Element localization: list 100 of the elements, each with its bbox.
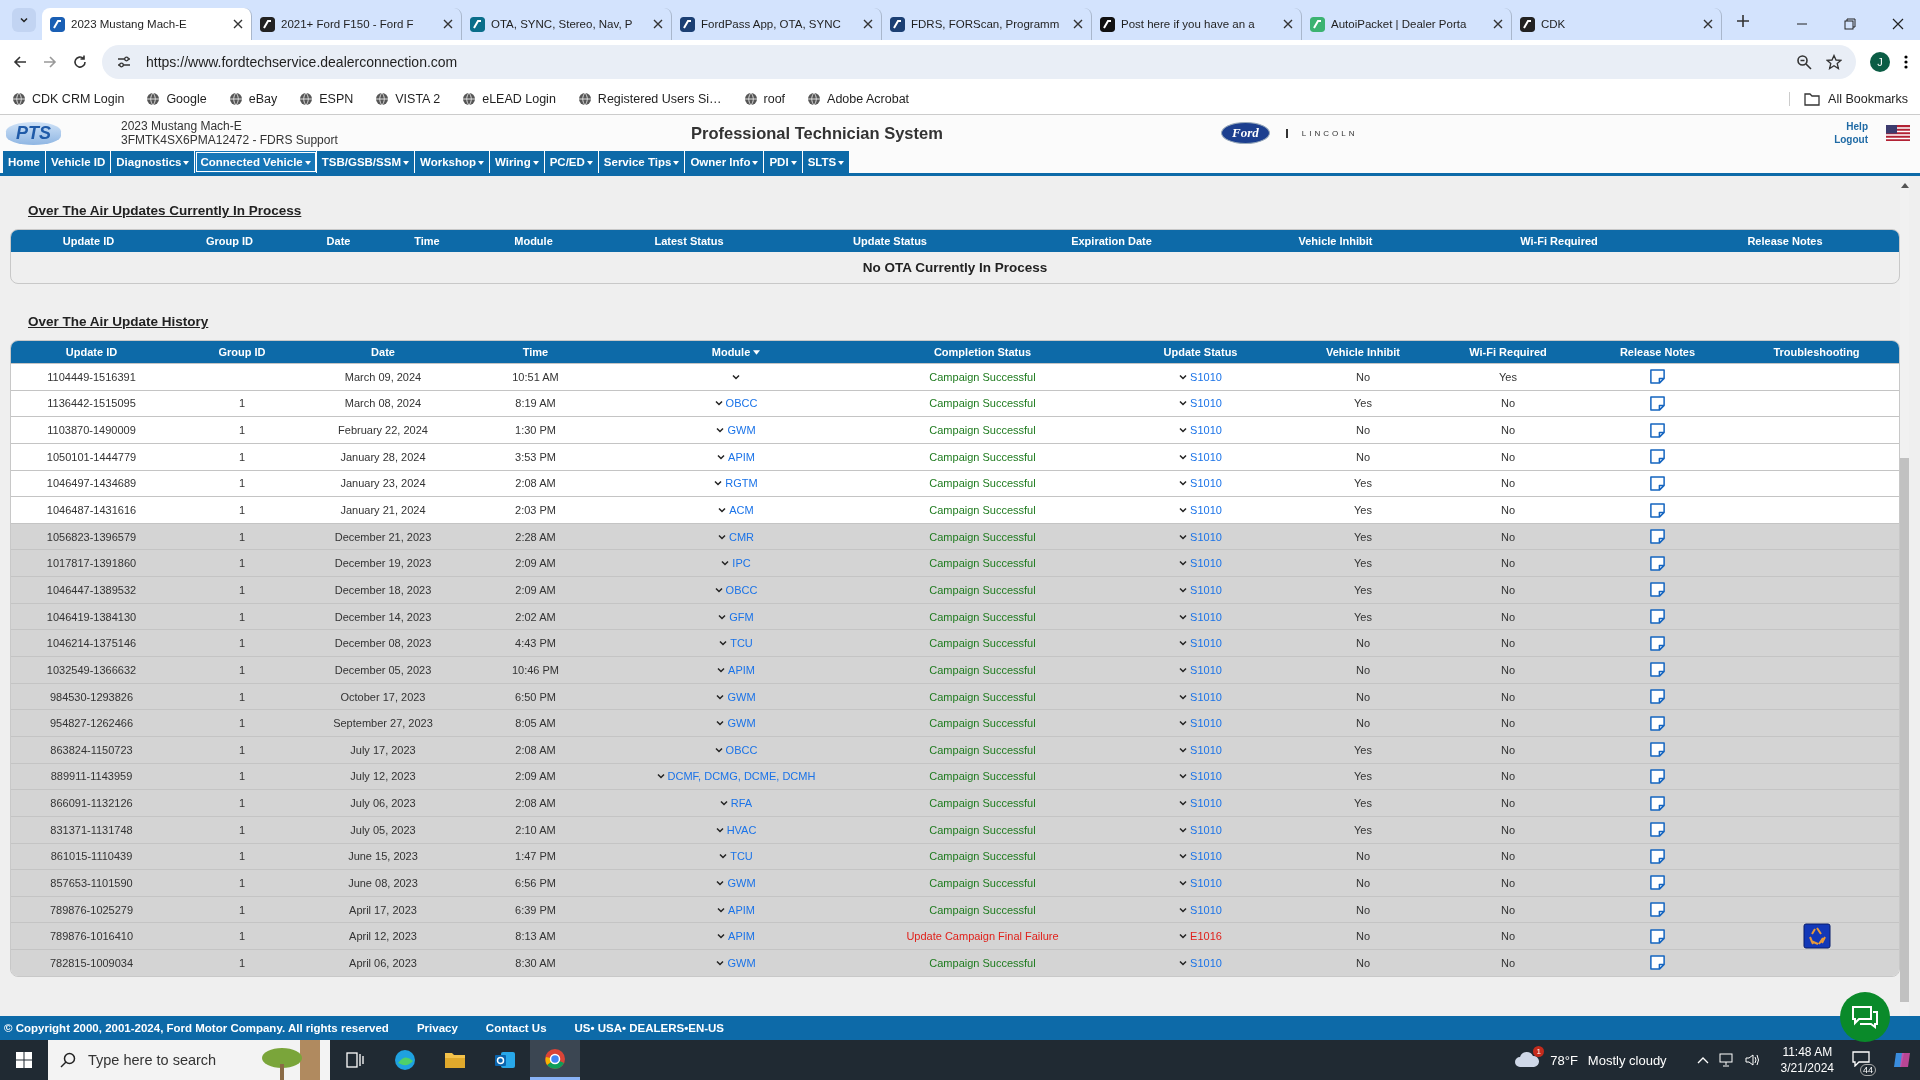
chevron-icon[interactable]	[1179, 453, 1188, 460]
close-icon[interactable]	[653, 19, 663, 29]
chevron-icon[interactable]	[1179, 959, 1188, 966]
close-icon[interactable]	[1703, 19, 1713, 29]
chevron-icon[interactable]	[719, 853, 728, 860]
nav-item[interactable]: PC/ED	[544, 151, 599, 173]
chevron-icon[interactable]	[718, 613, 727, 620]
note-icon[interactable]	[1649, 688, 1666, 705]
note-icon[interactable]	[1649, 794, 1666, 812]
module-link[interactable]: OBCC	[725, 583, 758, 596]
restore-icon[interactable]	[1844, 18, 1856, 30]
chevron-icon[interactable]	[721, 560, 730, 567]
chevron-icon[interactable]	[1179, 640, 1188, 647]
browser-tab[interactable]: Post here if you have an a	[1092, 8, 1302, 40]
site-settings-icon[interactable]	[116, 54, 132, 70]
note-icon[interactable]	[1649, 821, 1666, 839]
note-icon[interactable]	[1649, 741, 1666, 759]
chevron-icon[interactable]	[714, 746, 723, 753]
note-icon[interactable]	[1649, 767, 1666, 785]
status-code-link[interactable]: S1010	[1190, 690, 1222, 703]
note-icon[interactable]	[1649, 554, 1666, 572]
note-icon[interactable]	[1649, 528, 1666, 546]
note-icon[interactable]	[1649, 927, 1666, 945]
chevron-icon[interactable]	[718, 507, 727, 513]
module-link[interactable]: OBCC	[725, 397, 758, 410]
status-code-link[interactable]: E1016	[1190, 930, 1222, 943]
chevron-icon[interactable]	[716, 959, 725, 966]
status-code-link[interactable]: S1010	[1190, 743, 1222, 756]
browser-tab[interactable]: FordPass App, OTA, SYNC	[672, 8, 882, 40]
chevron-icon[interactable]	[717, 533, 726, 540]
note-icon[interactable]	[1649, 874, 1666, 892]
site-logo[interactable]: PTS	[6, 121, 61, 145]
speaker-icon[interactable]	[1744, 1053, 1761, 1067]
module-link[interactable]: APIM	[728, 903, 755, 916]
module-link[interactable]: DCMF, DCMG, DCME, DCMH	[667, 770, 816, 783]
chevron-icon[interactable]	[656, 773, 665, 780]
chevron-icon[interactable]	[715, 826, 724, 833]
chevron-up-icon[interactable]	[1696, 1056, 1709, 1064]
note-icon[interactable]	[1649, 661, 1666, 679]
note-icon[interactable]	[1649, 474, 1666, 492]
star-icon[interactable]	[1826, 54, 1842, 70]
chevron-icon[interactable]	[1179, 720, 1188, 727]
status-code-link[interactable]: S1010	[1190, 397, 1222, 410]
chevron-icon[interactable]	[1179, 400, 1188, 407]
module-link[interactable]: APIM	[728, 930, 755, 943]
browser-tab[interactable]: 2021+ Ford F150 - Ford F	[252, 8, 462, 40]
module-link[interactable]: GWM	[727, 956, 756, 969]
chevron-icon[interactable]	[732, 373, 740, 380]
note-icon[interactable]	[1649, 901, 1666, 919]
bookmark[interactable]: Adobe Acrobat	[807, 92, 910, 106]
status-code-link[interactable]: S1010	[1190, 823, 1222, 836]
search-bar[interactable]: Type here to search	[48, 1040, 330, 1080]
close-icon[interactable]	[863, 19, 873, 29]
chevron-icon[interactable]	[1179, 693, 1188, 700]
nav-item[interactable]: Wiring	[490, 151, 545, 173]
note-icon[interactable]	[1649, 368, 1666, 386]
module-link[interactable]: GWM	[727, 690, 756, 703]
flag-icon[interactable]	[1886, 125, 1910, 141]
status-code-link[interactable]: S1010	[1190, 610, 1222, 623]
nav-item[interactable]: Service Tips	[598, 151, 686, 173]
bookmark[interactable]: Google	[146, 92, 207, 106]
all-bookmarks-button[interactable]: All Bookmarks	[1789, 92, 1908, 106]
status-code-link[interactable]: S1010	[1190, 583, 1222, 596]
chevron-icon[interactable]	[714, 480, 723, 487]
status-code-link[interactable]: S1010	[1190, 717, 1222, 730]
chevron-icon[interactable]	[1179, 507, 1188, 513]
status-code-link[interactable]: S1010	[1190, 637, 1222, 650]
recycle-icon[interactable]	[1802, 923, 1831, 950]
nav-item[interactable]: TSB/GSB/SSM	[316, 151, 415, 173]
chevron-icon[interactable]	[717, 666, 726, 673]
note-icon[interactable]	[1649, 847, 1666, 865]
bookmark[interactable]: CDK CRM Login	[12, 92, 125, 106]
bookmark[interactable]: eLEAD Login	[462, 92, 556, 106]
status-code-link[interactable]: S1010	[1190, 903, 1222, 916]
status-code-link[interactable]: S1010	[1190, 477, 1222, 490]
module-link[interactable]: APIM	[728, 450, 755, 463]
note-icon[interactable]	[1649, 448, 1666, 466]
module-link[interactable]: ACM	[729, 504, 754, 516]
module-link[interactable]: GWM	[727, 424, 756, 437]
zoom-icon[interactable]	[1796, 54, 1812, 70]
menu-icon[interactable]	[1904, 54, 1908, 70]
clock-time[interactable]: 11:48 AM	[1782, 1044, 1833, 1060]
chevron-icon[interactable]	[1179, 906, 1188, 913]
status-code-link[interactable]: S1010	[1190, 850, 1222, 863]
nav-item[interactable]: Owner Info	[685, 151, 765, 173]
browser-tab[interactable]: OTA, SYNC, Stereo, Nav, P	[462, 8, 672, 40]
windows-icon[interactable]	[16, 1052, 32, 1068]
status-code-link[interactable]: S1010	[1190, 450, 1222, 463]
chevron-icon[interactable]	[719, 640, 728, 647]
chevron-icon[interactable]	[1179, 480, 1188, 487]
address-bar[interactable]: https://www.fordtechservice.dealerconnection.com	[102, 45, 1856, 79]
chevron-icon[interactable]	[1179, 613, 1188, 620]
clock-date[interactable]: 3/21/2024	[1780, 1060, 1834, 1076]
browser-tab[interactable]: 2023 Mustang Mach-E	[42, 8, 252, 40]
status-code-link[interactable]: S1010	[1190, 877, 1222, 889]
module-link[interactable]: TCU	[730, 850, 753, 863]
close-icon[interactable]	[233, 19, 243, 29]
note-icon[interactable]	[1649, 634, 1666, 652]
close-icon[interactable]	[1892, 18, 1904, 30]
chevron-icon[interactable]	[716, 427, 725, 434]
